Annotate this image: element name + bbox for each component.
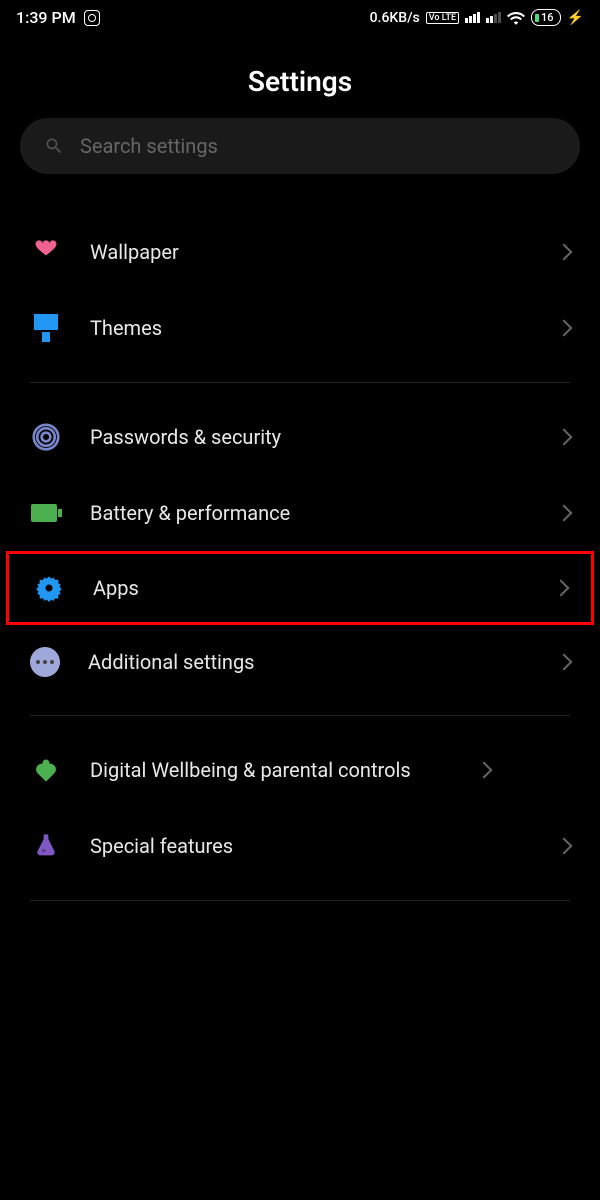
gear-icon	[33, 572, 65, 604]
flask-icon	[30, 830, 62, 862]
heart-person-icon	[30, 754, 62, 786]
battery-icon: 16	[531, 9, 561, 26]
item-label: Apps	[93, 576, 527, 600]
brush-icon	[30, 312, 62, 344]
instagram-icon	[84, 10, 100, 26]
chevron-right-icon	[556, 429, 573, 446]
search-placeholder: Search settings	[80, 134, 218, 158]
status-right: 0.6KB/s Vo LTE 16 ⚡	[370, 9, 584, 26]
time: 1:39 PM	[16, 8, 76, 27]
divider	[30, 382, 570, 383]
chevron-right-icon	[556, 654, 573, 671]
signal-icon	[465, 12, 480, 23]
battery-percent: 16	[541, 11, 554, 24]
chevron-right-icon	[476, 762, 493, 779]
settings-item-battery[interactable]: Battery & performance	[0, 475, 600, 551]
settings-item-wallpaper[interactable]: Wallpaper	[0, 214, 600, 290]
flower-icon	[30, 236, 62, 268]
data-speed: 0.6KB/s	[370, 10, 420, 26]
chevron-right-icon	[553, 580, 570, 597]
item-label: Passwords & security	[90, 425, 530, 449]
divider	[30, 900, 570, 901]
volte-badge: Vo LTE	[426, 12, 459, 24]
charging-icon: ⚡	[567, 10, 584, 26]
settings-item-additional[interactable]: Additional settings	[0, 625, 600, 699]
item-label: Special features	[90, 834, 530, 858]
wifi-icon	[507, 11, 525, 25]
settings-item-apps[interactable]: Apps	[6, 551, 594, 625]
item-label: Battery & performance	[90, 501, 530, 525]
item-label: Digital Wellbeing & parental controls	[90, 758, 450, 782]
chevron-right-icon	[556, 838, 573, 855]
chevron-right-icon	[556, 320, 573, 337]
fingerprint-icon	[30, 421, 62, 453]
settings-item-special[interactable]: Special features	[0, 808, 600, 884]
signal-secondary-icon	[486, 12, 501, 23]
status-bar: 1:39 PM 0.6KB/s Vo LTE 16 ⚡	[0, 0, 600, 35]
item-label: Wallpaper	[90, 240, 530, 264]
search-icon	[44, 136, 64, 156]
battery-perf-icon	[30, 497, 62, 529]
chevron-right-icon	[556, 244, 573, 261]
settings-item-wellbeing[interactable]: Digital Wellbeing & parental controls	[0, 732, 600, 808]
item-label: Additional settings	[88, 650, 530, 674]
more-icon	[30, 647, 60, 677]
item-label: Themes	[90, 316, 530, 340]
page-title: Settings	[0, 35, 600, 118]
search-input[interactable]: Search settings	[20, 118, 580, 174]
settings-item-security[interactable]: Passwords & security	[0, 399, 600, 475]
chevron-right-icon	[556, 505, 573, 522]
divider	[30, 715, 570, 716]
status-left: 1:39 PM	[16, 8, 100, 27]
settings-item-themes[interactable]: Themes	[0, 290, 600, 366]
